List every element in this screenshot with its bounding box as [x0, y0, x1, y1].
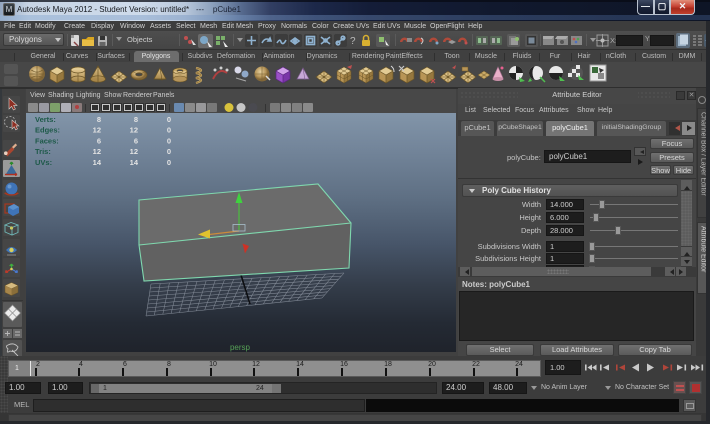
svg-text:persp: persp [230, 343, 251, 352]
svg-text:14: 14 [130, 158, 139, 167]
svg-text:8: 8 [134, 115, 138, 124]
svg-text:0: 0 [167, 126, 171, 135]
svg-text:0: 0 [167, 158, 171, 167]
svg-text:12: 12 [93, 126, 101, 135]
svg-text:0: 0 [167, 147, 171, 156]
svg-text:0: 0 [167, 115, 171, 124]
svg-text:Edges:: Edges: [35, 126, 60, 135]
svg-text:Verts:: Verts: [35, 115, 56, 124]
svg-text:0: 0 [167, 136, 171, 145]
svg-text:12: 12 [130, 126, 138, 135]
svg-text:6: 6 [97, 136, 101, 145]
svg-text:UVs:: UVs: [35, 158, 52, 167]
svg-text:?: ? [350, 36, 356, 47]
svg-text:Faces:: Faces: [35, 136, 59, 145]
svg-text:12: 12 [130, 147, 138, 156]
svg-text:8: 8 [97, 115, 101, 124]
svg-text:12: 12 [93, 147, 101, 156]
svg-text:Tris:: Tris: [35, 147, 51, 156]
svg-text:6: 6 [134, 136, 138, 145]
svg-text:14: 14 [93, 158, 102, 167]
